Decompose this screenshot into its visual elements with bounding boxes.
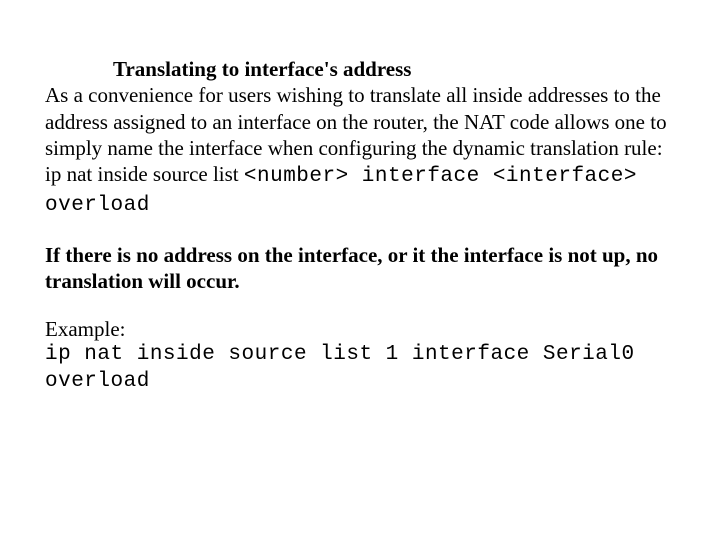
- syntax-lead: ip nat inside source list: [45, 162, 244, 186]
- spacer: [45, 294, 675, 316]
- example-code: ip nat inside source list 1 interface Se…: [45, 342, 675, 395]
- syntax-line: ip nat inside source list <number> inter…: [45, 161, 675, 220]
- spacer: [45, 220, 675, 242]
- section-heading: Translating to interface's address: [45, 56, 675, 82]
- example-label: Example:: [45, 316, 675, 342]
- document-body: Translating to interface's address As a …: [0, 0, 720, 395]
- intro-paragraph: As a convenience for users wishing to tr…: [45, 82, 675, 161]
- note-paragraph: If there is no address on the interface,…: [45, 242, 675, 295]
